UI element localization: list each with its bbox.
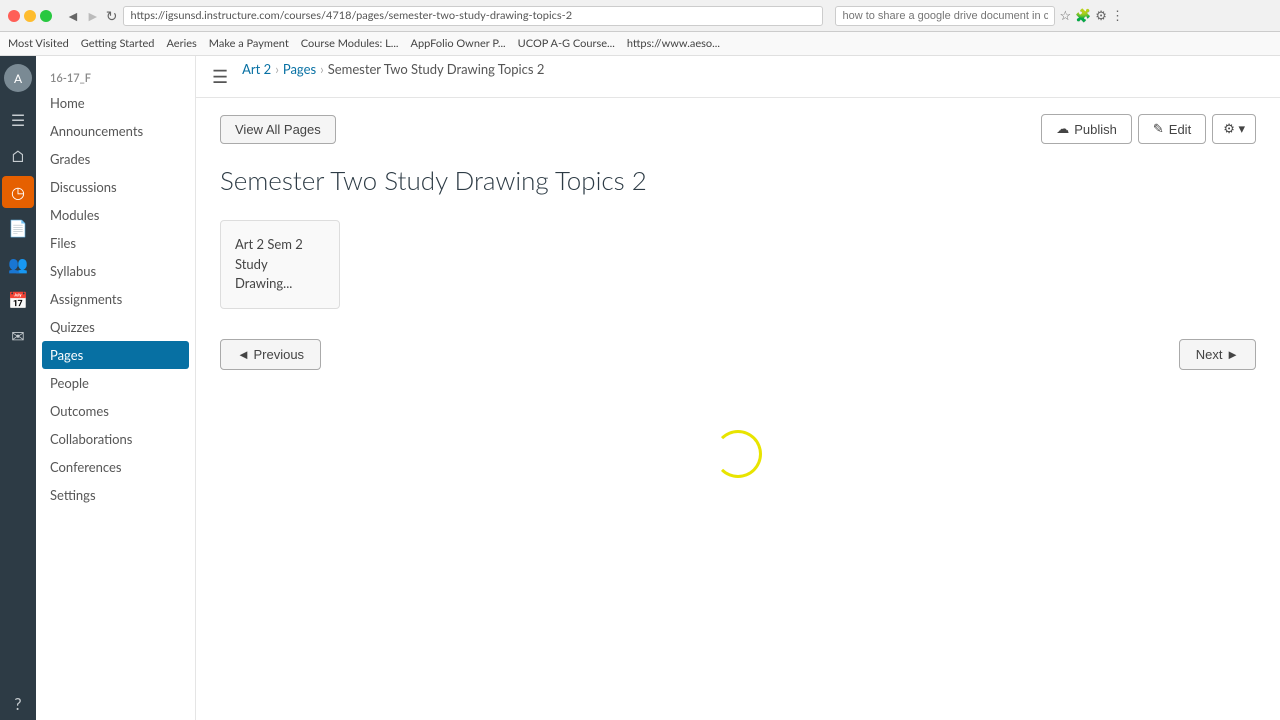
card-line1: Art 2 Sem 2 xyxy=(235,235,325,255)
spinner-container xyxy=(220,430,1256,478)
bookmark-aeso[interactable]: https://www.aeso... xyxy=(627,37,720,50)
bookmark-course-modules[interactable]: Course Modules: L... xyxy=(301,37,399,50)
bookmark-make-payment[interactable]: Make a Payment xyxy=(209,37,289,50)
star-icon[interactable]: ☆ xyxy=(1059,7,1071,24)
sidebar-item-files[interactable]: Files xyxy=(36,229,195,257)
people-rail-icon[interactable]: 👥 xyxy=(2,248,34,280)
sidebar-item-settings[interactable]: Settings xyxy=(36,481,195,509)
clock-rail-icon[interactable]: ◷ xyxy=(2,176,34,208)
menu-toggle-rail[interactable]: ☰ xyxy=(2,104,34,136)
sidebar-item-discussions[interactable]: Discussions xyxy=(36,173,195,201)
header-nav: ☰ Art 2 › Pages › Semester Two Study Dra… xyxy=(196,56,1280,98)
sidebar-item-pages[interactable]: Pages xyxy=(42,341,189,369)
window-controls xyxy=(8,10,52,22)
sidebar-item-home[interactable]: Home xyxy=(36,89,195,117)
pages-rail-icon[interactable]: 📄 xyxy=(2,212,34,244)
forward-btn[interactable]: ► xyxy=(86,7,100,24)
cloud-icon: ☁ xyxy=(1056,121,1069,137)
bookmark-aeries[interactable]: Aeries xyxy=(166,37,196,50)
action-bar: View All Pages ☁ Publish ✎ Edit ⚙ ▾ xyxy=(220,114,1256,144)
bookmark-ucop[interactable]: UCOP A-G Course... xyxy=(518,37,615,50)
bookmark-getting-started[interactable]: Getting Started xyxy=(81,37,155,50)
inbox-rail-icon[interactable]: ✉ xyxy=(2,320,34,352)
avatar-initials: A xyxy=(14,71,22,86)
help-rail-icon[interactable]: ? xyxy=(2,688,34,720)
close-window-btn[interactable] xyxy=(8,10,20,22)
publish-label: Publish xyxy=(1074,122,1117,137)
avatar[interactable]: A xyxy=(4,64,32,92)
home-rail-icon[interactable]: ⌂ xyxy=(2,140,34,172)
sidebar-item-assignments[interactable]: Assignments xyxy=(36,285,195,313)
loading-spinner xyxy=(714,430,762,478)
bookmarks-bar: Most Visited Getting Started Aeries Make… xyxy=(0,32,1280,56)
action-right: ☁ Publish ✎ Edit ⚙ ▾ xyxy=(1041,114,1256,144)
bookmark-most-visited[interactable]: Most Visited xyxy=(8,37,69,50)
pencil-icon: ✎ xyxy=(1153,121,1164,137)
menu-icon[interactable]: ⋮ xyxy=(1111,7,1124,24)
minimize-window-btn[interactable] xyxy=(24,10,36,22)
hamburger-icon[interactable]: ☰ xyxy=(212,65,228,88)
bookmark-appfolio[interactable]: AppFolio Owner P... xyxy=(411,37,506,50)
ext-icon-1: 🧩 xyxy=(1075,7,1091,24)
sidebar-course-label: 16-17_F xyxy=(36,66,195,89)
reload-btn[interactable]: ↻ xyxy=(106,7,118,25)
sidebar-item-announcements[interactable]: Announcements xyxy=(36,117,195,145)
edit-button[interactable]: ✎ Edit xyxy=(1138,114,1206,144)
sidebar-item-grades[interactable]: Grades xyxy=(36,145,195,173)
browser-bar: ◄ ► ↻ https://igsunsd.instructure.com/co… xyxy=(0,0,1280,32)
breadcrumb-pages-link[interactable]: Pages xyxy=(283,61,316,77)
previous-button[interactable]: ◄ Previous xyxy=(220,339,321,370)
url-bar[interactable]: https://igsunsd.instructure.com/courses/… xyxy=(123,6,823,26)
sidebar-item-conferences[interactable]: Conferences xyxy=(36,453,195,481)
breadcrumb-course-link[interactable]: Art 2 xyxy=(242,61,271,77)
breadcrumb-sep-2: › xyxy=(320,61,324,77)
app-container: A ☰ ⌂ ◷ 📄 👥 📅 ✉ ? 16-17_F Home Announcem… xyxy=(0,56,1280,720)
calendar-rail-icon[interactable]: 📅 xyxy=(2,284,34,316)
sidebar-item-syllabus[interactable]: Syllabus xyxy=(36,257,195,285)
next-button[interactable]: Next ► xyxy=(1179,339,1256,370)
icon-rail: A ☰ ⌂ ◷ 📄 👥 📅 ✉ ? xyxy=(0,56,36,720)
content-card: Art 2 Sem 2 Study Drawing... xyxy=(220,220,340,309)
breadcrumb-current: Semester Two Study Drawing Topics 2 xyxy=(328,61,545,77)
ext-icon-2: ⚙ xyxy=(1095,7,1107,24)
card-line3: Drawing... xyxy=(235,274,325,294)
gear-icon: ⚙ xyxy=(1223,121,1235,136)
sidebar-item-people[interactable]: People xyxy=(36,369,195,397)
main-content: View All Pages ☁ Publish ✎ Edit ⚙ ▾ xyxy=(196,98,1280,720)
publish-button[interactable]: ☁ Publish xyxy=(1041,114,1132,144)
course-sidebar: 16-17_F Home Announcements Grades Discus… xyxy=(36,56,196,720)
card-line2: Study xyxy=(235,255,325,275)
view-all-pages-button[interactable]: View All Pages xyxy=(220,115,336,144)
page-navigation: ◄ Previous Next ► xyxy=(220,339,1256,370)
back-btn[interactable]: ◄ xyxy=(66,7,80,24)
maximize-window-btn[interactable] xyxy=(40,10,52,22)
url-text: https://igsunsd.instructure.com/courses/… xyxy=(130,9,572,22)
edit-label: Edit xyxy=(1169,122,1191,137)
sidebar-item-collaborations[interactable]: Collaborations xyxy=(36,425,195,453)
browser-search-input[interactable] xyxy=(835,6,1055,26)
breadcrumb: Art 2 › Pages › Semester Two Study Drawi… xyxy=(242,61,544,77)
page-title: Semester Two Study Drawing Topics 2 xyxy=(220,164,1256,196)
sidebar-item-modules[interactable]: Modules xyxy=(36,201,195,229)
settings-button[interactable]: ⚙ ▾ xyxy=(1212,114,1256,144)
settings-dropdown-arrow: ▾ xyxy=(1238,121,1245,136)
main-area: ☰ Art 2 › Pages › Semester Two Study Dra… xyxy=(196,56,1280,720)
breadcrumb-sep-1: › xyxy=(275,61,279,77)
sidebar-item-quizzes[interactable]: Quizzes xyxy=(36,313,195,341)
sidebar-item-outcomes[interactable]: Outcomes xyxy=(36,397,195,425)
